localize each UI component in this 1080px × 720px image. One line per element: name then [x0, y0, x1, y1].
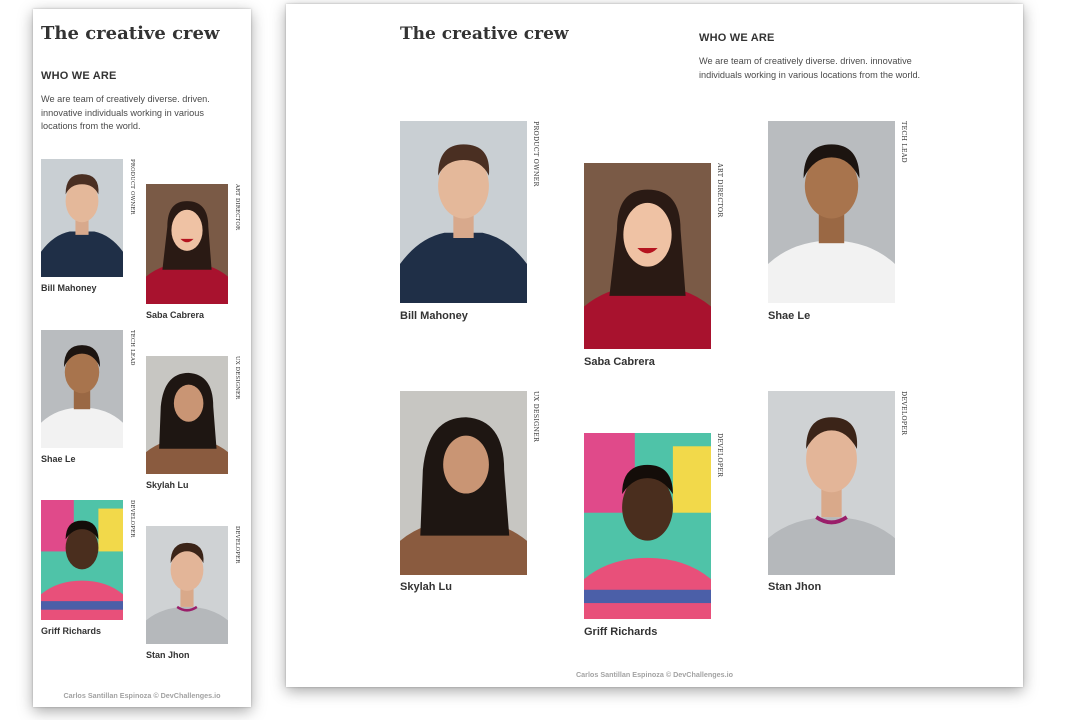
team-member-card: ART DIRECTOR Saba Cabrera: [146, 184, 246, 334]
team-member-card: ART DIRECTOR Saba Cabrera: [584, 163, 734, 378]
member-name: Griff Richards: [41, 626, 102, 636]
member-role: UX DESIGNER: [532, 391, 540, 443]
team-member-card: TECH LEAD Shae Le: [41, 330, 141, 470]
member-photo: [41, 159, 123, 277]
member-role: TECH LEAD: [900, 121, 908, 163]
member-photo: [41, 330, 123, 448]
section-heading: WHO WE ARE: [699, 32, 775, 44]
page-title: The creative crew: [41, 23, 220, 44]
member-role: UX DESIGNER: [234, 356, 240, 400]
member-photo: [400, 121, 527, 303]
member-photo: [400, 391, 527, 575]
member-role: DEVELOPER: [129, 500, 135, 538]
member-photo: [146, 526, 228, 644]
team-member-card: DEVELOPER Griff Richards: [584, 433, 734, 648]
member-name: Skylah Lu: [146, 480, 189, 490]
footer-credit: Carlos Santillan Espinoza © DevChallenge…: [63, 691, 221, 700]
member-photo: [146, 356, 228, 474]
member-role: PRODUCT OWNER: [129, 159, 135, 215]
member-name: Saba Cabrera: [146, 310, 205, 320]
member-role: DEVELOPER: [234, 526, 240, 564]
section-heading: WHO WE ARE: [41, 70, 117, 82]
member-name: Saba Cabrera: [584, 356, 655, 368]
member-photo: [41, 500, 123, 620]
member-role: TECH LEAD: [129, 330, 135, 366]
mobile-layout: The creative crew WHO WE ARE We are team…: [33, 9, 251, 707]
member-photo: [768, 121, 895, 303]
member-name: Skylah Lu: [400, 581, 452, 593]
team-member-card: DEVELOPER Griff Richards: [41, 500, 141, 640]
team-member-card: DEVELOPER Stan Jhon: [146, 526, 246, 676]
section-description: We are team of creatively diverse. drive…: [41, 94, 210, 131]
team-member-card: UX DESIGNER Skylah Lu: [400, 391, 550, 601]
member-name: Bill Mahoney: [400, 310, 468, 322]
member-name: Shae Le: [41, 454, 76, 464]
page-title: The creative crew: [400, 24, 569, 44]
member-photo: [584, 163, 711, 349]
member-role: ART DIRECTOR: [716, 163, 724, 218]
team-member-card: DEVELOPER Stan Jhon: [768, 391, 918, 601]
member-role: DEVELOPER: [716, 433, 724, 478]
member-photo: [584, 433, 711, 619]
member-role: ART DIRECTOR: [234, 184, 240, 231]
member-role: PRODUCT OWNER: [532, 121, 540, 187]
footer-credit: Carlos Santillan Espinoza © DevChallenge…: [575, 670, 734, 679]
team-member-card: TECH LEAD Shae Le: [768, 121, 918, 331]
member-name: Bill Mahoney: [41, 283, 97, 293]
member-photo: [146, 184, 228, 304]
member-role: DEVELOPER: [900, 391, 908, 436]
member-name: Griff Richards: [584, 626, 658, 638]
member-name: Stan Jhon: [768, 581, 822, 593]
member-photo: [768, 391, 895, 575]
team-member-card: PRODUCT OWNER Bill Mahoney: [400, 121, 550, 331]
section-description: We are team of creatively diverse. drive…: [699, 56, 921, 80]
team-member-card: UX DESIGNER Skylah Lu: [146, 356, 246, 506]
member-name: Shae Le: [768, 310, 811, 322]
member-name: Stan Jhon: [146, 650, 190, 660]
desktop-layout: The creative crew WHO WE ARE We are team…: [286, 4, 1023, 687]
team-member-card: PRODUCT OWNER Bill Mahoney: [41, 159, 141, 299]
